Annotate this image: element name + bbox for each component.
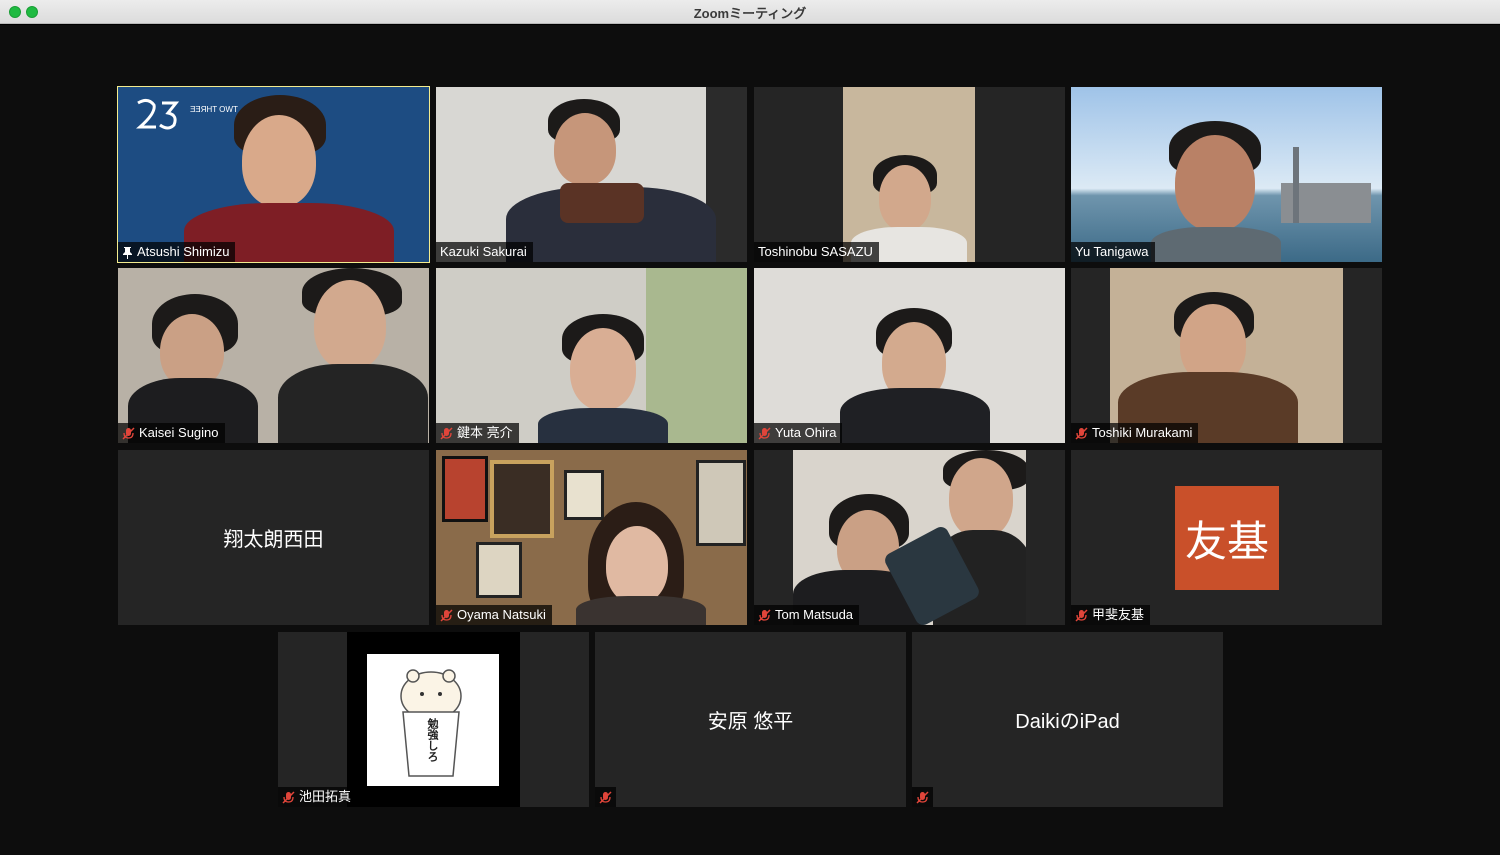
sticker-text: 勉強しろ xyxy=(426,718,438,762)
video-feed xyxy=(793,450,1026,625)
participant-name-tag: Kaisei Sugino xyxy=(118,423,225,443)
two-three-logo-icon xyxy=(136,98,180,130)
video-feed xyxy=(118,268,429,443)
video-feed: 勉強しろ xyxy=(347,632,520,807)
video-feed xyxy=(436,268,747,443)
participant-tile-6[interactable]: 鍵本 亮介 xyxy=(436,268,747,443)
participant-name: 甲斐友基 xyxy=(1092,607,1145,622)
muted-microphone-icon xyxy=(122,426,135,440)
participant-name: 池田拓真 xyxy=(299,789,352,804)
participant-tile-10[interactable]: Oyama Natsuki xyxy=(436,450,747,625)
video-feed xyxy=(436,450,747,625)
participant-name: Kaisei Sugino xyxy=(139,425,219,440)
participant-tile-13[interactable]: 勉強しろ 池田拓真 xyxy=(278,632,589,807)
video-feed xyxy=(754,268,1065,443)
participant-name: Kazuki Sakurai xyxy=(440,244,527,259)
participant-tile-12[interactable]: 友基 甲斐友基 xyxy=(1071,450,1382,625)
participant-name: Atsushi Shimizu xyxy=(137,244,230,259)
muted-microphone-icon xyxy=(599,790,612,804)
muted-microphone-icon xyxy=(440,608,453,622)
muted-microphone-icon xyxy=(1075,426,1088,440)
participant-name: Toshinobu SASAZU xyxy=(758,244,873,259)
window-title: Zoomミーティング xyxy=(693,6,807,21)
participant-name-tag: Toshinobu SASAZU xyxy=(754,242,879,262)
participant-name-tag: Kazuki Sakurai xyxy=(436,242,533,262)
video-feed xyxy=(436,87,747,262)
participant-avatar: 友基 xyxy=(1175,486,1279,590)
muted-microphone-icon xyxy=(440,426,453,440)
background-logo-text: TWO THREE xyxy=(190,105,238,114)
muted-microphone-icon xyxy=(916,790,929,804)
participant-name: Yu Tanigawa xyxy=(1075,244,1149,259)
participant-display-name: 翔太朗西田 xyxy=(223,529,324,551)
window-titlebar: Zoomミーティング xyxy=(0,0,1500,24)
participant-display-name: 安原 悠平 xyxy=(707,711,794,733)
participant-tile-9[interactable]: 翔太朗西田 xyxy=(118,450,429,625)
participant-tile-7[interactable]: Yuta Ohira xyxy=(754,268,1065,443)
participant-name: 鍵本 亮介 xyxy=(457,425,513,440)
participant-name-tag: Yuta Ohira xyxy=(754,423,843,443)
participant-name-tag xyxy=(912,787,933,807)
participant-name-tag xyxy=(595,787,616,807)
video-feed xyxy=(1071,87,1382,262)
muted-microphone-icon xyxy=(758,426,771,440)
participant-name-tag: Atsushi Shimizu xyxy=(118,242,236,262)
participant-name-tag: Toshiki Murakami xyxy=(1071,423,1199,443)
muted-microphone-icon xyxy=(282,790,295,804)
participant-tile-1[interactable]: TWO THREE Atsushi Shimizu xyxy=(117,86,430,263)
participant-name: Oyama Natsuki xyxy=(457,607,546,622)
muted-microphone-icon xyxy=(1075,608,1088,622)
participant-tile-3[interactable]: Toshinobu SASAZU xyxy=(754,87,1065,262)
video-feed: TWO THREE xyxy=(118,87,429,262)
participant-tile-11[interactable]: Tom Matsuda xyxy=(754,450,1065,625)
participant-name-tag: 鍵本 亮介 xyxy=(436,423,519,443)
participant-name-tag: Yu Tanigawa xyxy=(1071,242,1155,262)
participant-display-name: DaikiのiPad xyxy=(1015,711,1120,733)
avatar-text: 友基 xyxy=(1184,516,1269,566)
participant-tile-2[interactable]: Kazuki Sakurai xyxy=(436,87,747,262)
participant-name-tag: 甲斐友基 xyxy=(1071,605,1151,625)
participant-name-tag: 池田拓真 xyxy=(278,787,358,807)
participant-tile-8[interactable]: Toshiki Murakami xyxy=(1071,268,1382,443)
video-feed xyxy=(843,87,975,262)
participant-tile-14[interactable]: 安原 悠平 xyxy=(595,632,906,807)
participant-name-tag: Oyama Natsuki xyxy=(436,605,552,625)
participant-tile-4[interactable]: Yu Tanigawa xyxy=(1071,87,1382,262)
participant-tile-5[interactable]: Kaisei Sugino xyxy=(118,268,429,443)
participant-tile-15[interactable]: DaikiのiPad xyxy=(912,632,1223,807)
participant-name: Tom Matsuda xyxy=(775,607,854,622)
muted-microphone-icon xyxy=(758,608,771,622)
gallery-view: TWO THREE Atsushi Shimizu Kazuki Sakurai xyxy=(0,25,1500,855)
sticker-image: 勉強しろ xyxy=(367,654,499,786)
pin-icon xyxy=(123,246,132,259)
participant-name: Yuta Ohira xyxy=(775,425,837,440)
participant-name: Toshiki Murakami xyxy=(1092,425,1193,440)
participant-name-tag: Tom Matsuda xyxy=(754,605,860,625)
video-feed xyxy=(1110,268,1343,443)
